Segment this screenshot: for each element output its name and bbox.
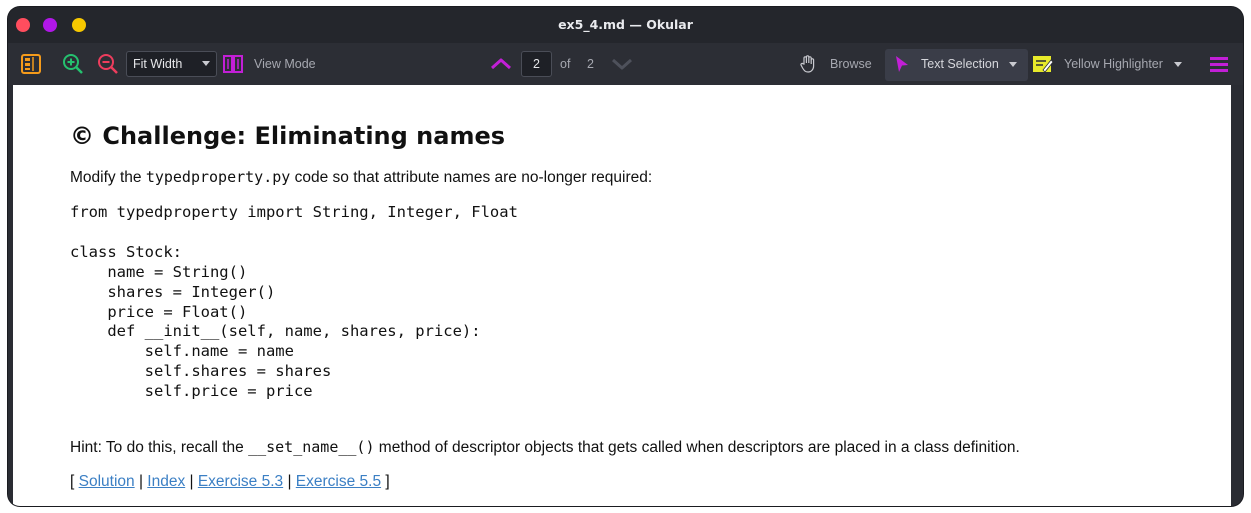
highlighter-icon bbox=[1033, 56, 1053, 73]
book-pages-icon bbox=[223, 55, 243, 73]
main-menu-button[interactable] bbox=[1208, 43, 1230, 85]
navigation-links: [ Solution | Index | Exercise 5.3 | Exer… bbox=[70, 473, 390, 491]
next-page-button[interactable] bbox=[610, 43, 634, 85]
sidebar-panel-icon bbox=[21, 54, 41, 74]
zoom-in-icon bbox=[63, 54, 83, 74]
page-total-label: 2 bbox=[587, 57, 594, 71]
browse-tool-button[interactable]: Browse bbox=[798, 43, 872, 85]
highlighter-label: Yellow Highlighter bbox=[1064, 57, 1163, 71]
page-of-label: of bbox=[560, 57, 571, 71]
view-mode-button[interactable]: View Mode bbox=[222, 43, 316, 85]
nav-separator: | bbox=[283, 473, 296, 490]
solution-link[interactable]: Solution bbox=[79, 473, 135, 490]
hint-text-before: Hint: To do this, recall the bbox=[70, 439, 249, 456]
page-heading: © Challenge: Eliminating names bbox=[70, 122, 506, 150]
nav-close-bracket: ] bbox=[381, 473, 390, 490]
document-viewer[interactable]: © Challenge: Eliminating names Modify th… bbox=[8, 85, 1243, 506]
cursor-arrow-icon bbox=[896, 56, 908, 72]
hint-text-after: method of descriptor objects that gets c… bbox=[374, 439, 1020, 456]
text-selection-tool-content: Text Selection bbox=[893, 43, 1017, 85]
nav-separator: | bbox=[134, 473, 148, 490]
highlighter-tool-button[interactable]: Yellow Highlighter bbox=[1031, 43, 1182, 85]
view-mode-label: View Mode bbox=[254, 57, 316, 71]
browse-label: Browse bbox=[830, 57, 872, 71]
code-block: from typedproperty import String, Intege… bbox=[70, 203, 518, 401]
next-exercise-link[interactable]: Exercise 5.5 bbox=[296, 473, 381, 490]
chevron-up-icon bbox=[491, 58, 511, 70]
previous-page-button[interactable] bbox=[489, 43, 513, 85]
nav-separator: | bbox=[185, 473, 198, 490]
intro-text-after: code so that attribute names are no-long… bbox=[290, 169, 653, 186]
main-toolbar: Fit Width View Mode 2 of 2 Browse Text S… bbox=[8, 43, 1243, 85]
previous-exercise-link[interactable]: Exercise 5.3 bbox=[198, 473, 283, 490]
zoom-in-button[interactable] bbox=[62, 43, 84, 85]
zoom-out-button[interactable] bbox=[97, 43, 119, 85]
zoom-out-icon bbox=[98, 54, 118, 74]
nav-open-bracket: [ bbox=[70, 473, 79, 490]
page-number-input[interactable]: 2 bbox=[521, 51, 552, 77]
document-page: © Challenge: Eliminating names Modify th… bbox=[13, 85, 1231, 506]
chevron-down-icon bbox=[1173, 61, 1182, 67]
chevron-down-icon bbox=[202, 61, 210, 66]
title-bar: ex5_4.md — Okular bbox=[8, 7, 1243, 43]
intro-text-before: Modify the bbox=[70, 169, 146, 186]
zoom-combobox[interactable]: Fit Width bbox=[126, 51, 217, 77]
hand-icon bbox=[800, 55, 815, 73]
chevron-down-icon bbox=[612, 58, 632, 70]
zoom-combobox-value: Fit Width bbox=[133, 57, 183, 71]
sidebar-toggle-button[interactable] bbox=[20, 43, 42, 85]
hint-paragraph: Hint: To do this, recall the __set_name_… bbox=[70, 438, 1020, 457]
hint-inline-code: __set_name__() bbox=[248, 438, 375, 456]
intro-inline-code: typedproperty.py bbox=[145, 168, 291, 186]
index-link[interactable]: Index bbox=[147, 473, 185, 490]
chevron-down-icon bbox=[1008, 61, 1017, 67]
intro-paragraph: Modify the typedproperty.py code so that… bbox=[70, 168, 652, 187]
text-selection-label: Text Selection bbox=[921, 57, 999, 71]
okular-window: ex5_4.md — Okular Fit Width View Mode 2 … bbox=[8, 7, 1243, 506]
window-title: ex5_4.md — Okular bbox=[558, 17, 693, 32]
hamburger-menu-icon bbox=[1210, 57, 1228, 72]
